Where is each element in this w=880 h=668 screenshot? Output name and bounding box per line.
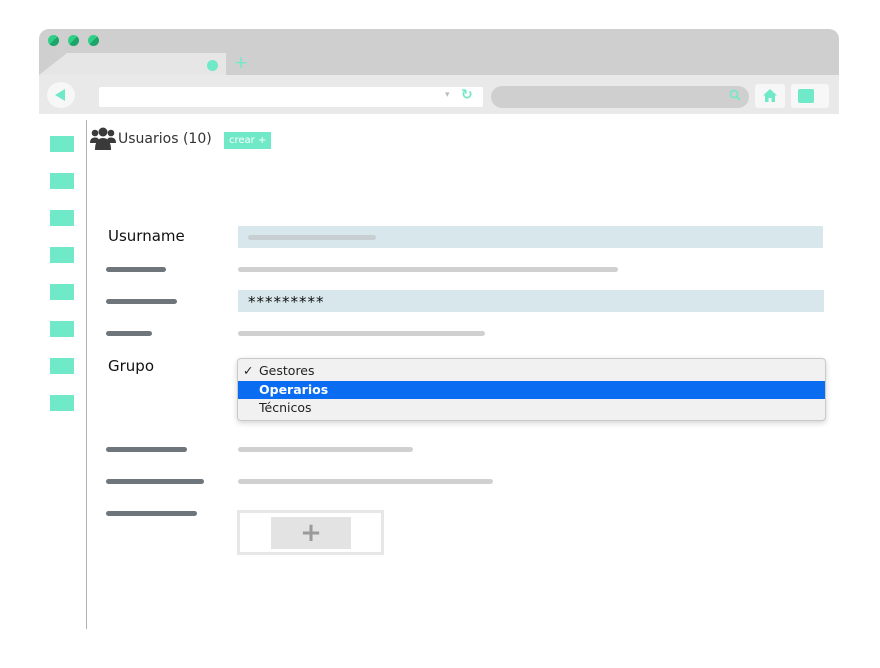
field-label-placeholder [106,267,166,272]
tab-status-dot [207,60,218,71]
upload-box: + [237,510,384,555]
field-value-placeholder [238,331,485,336]
browser-search-bar[interactable] [491,86,749,108]
sidebar-item[interactable] [50,321,74,337]
field-label-placeholder [106,479,204,484]
back-icon[interactable] [47,82,75,108]
field-value-placeholder [238,267,618,272]
new-tab-icon[interactable]: + [234,52,248,74]
close-window-dot[interactable] [48,35,59,46]
menu-icon [798,89,814,103]
checkmark-icon: ✓ [243,363,254,378]
home-button[interactable] [755,84,785,108]
address-bar[interactable] [99,87,483,107]
reload-icon[interactable]: ↻ [461,87,473,103]
minimize-window-dot[interactable] [68,35,79,46]
sidebar-item[interactable] [50,395,74,411]
sidebar-item[interactable] [50,284,74,300]
menu-button[interactable] [791,84,829,108]
add-button[interactable]: + [271,517,351,549]
password-label-placeholder [106,299,177,304]
username-field[interactable] [238,226,823,248]
browser-tab[interactable] [66,53,226,75]
group-option-tecnicos[interactable]: Técnicos [238,399,825,417]
search-icon[interactable] [729,89,741,101]
sidebar-item[interactable] [50,358,74,374]
tab-edge [39,53,67,75]
create-user-button[interactable]: crear + [224,132,272,149]
field-label-placeholder [106,447,187,452]
field-label-placeholder [106,331,152,336]
sidebar-item[interactable] [50,173,74,189]
sidebar-item[interactable] [50,136,74,152]
users-icon [90,127,116,150]
home-icon [763,89,777,102]
group-option-operarios[interactable]: Operarios [238,381,825,399]
sidebar-item[interactable] [50,210,74,226]
field-value-placeholder [238,479,493,484]
browser-window-chrome: + ▾ ↻ [39,29,839,114]
browser-toolbar: ▾ ↻ [39,75,839,114]
field-label-placeholder [106,511,197,516]
group-option-label: Técnicos [259,400,312,415]
group-select-dropdown[interactable]: ✓ Gestores Operarios Técnicos [237,358,826,421]
password-field[interactable]: ********* [238,290,824,312]
password-value: ********* [248,293,325,311]
page-title: Usuarios (10) [118,131,212,147]
sidebar-divider [86,120,87,629]
sidebar-item[interactable] [50,247,74,263]
group-option-gestores[interactable]: ✓ Gestores [238,362,825,380]
group-option-label: Operarios [259,382,329,397]
group-option-label: Gestores [259,363,315,378]
field-value-placeholder [238,447,413,452]
address-dropdown-icon[interactable]: ▾ [445,90,450,100]
group-label: Grupo [108,357,154,375]
username-placeholder [248,235,376,240]
maximize-window-dot[interactable] [88,35,99,46]
username-label: Usurname [108,227,185,245]
